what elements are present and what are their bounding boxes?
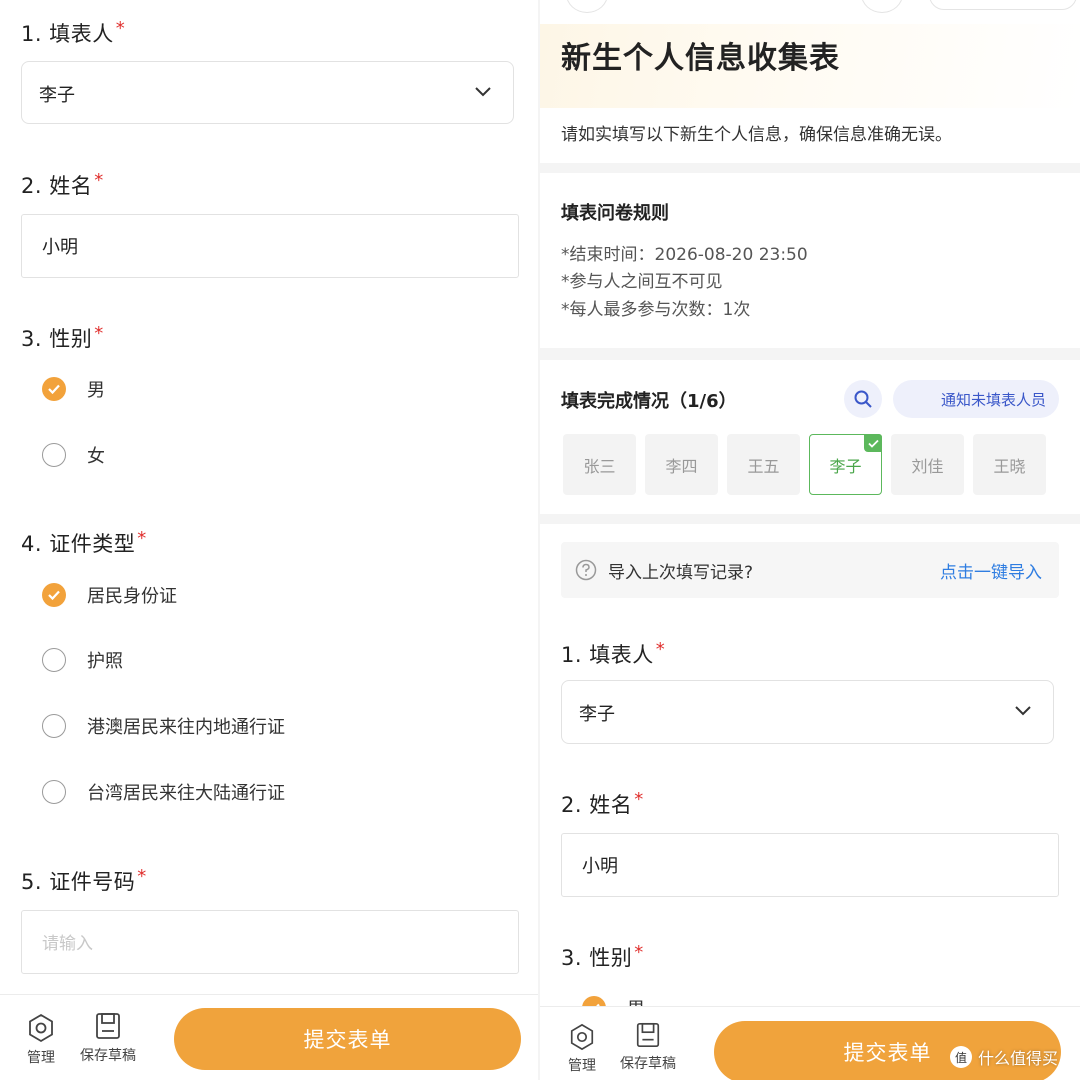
rules-heading: 填表问卷规则: [561, 203, 669, 224]
question-4-label: 4. 证件类型 *: [21, 528, 147, 556]
save-disk-icon: [636, 1022, 660, 1048]
id-type-option-hk-macau[interactable]: 港澳居民来往内地通行证: [42, 711, 285, 741]
question-3-label: 3. 性别 *: [561, 942, 644, 970]
check-icon: [864, 434, 882, 452]
name-input[interactable]: 小明: [21, 214, 519, 278]
gender-option-female[interactable]: 女: [42, 440, 105, 470]
bottom-action-bar: 管理 保存草稿 提交表单: [0, 994, 538, 1080]
filler-select[interactable]: 李子: [21, 61, 514, 124]
help-circle-icon: [575, 559, 597, 581]
person-chip-completed[interactable]: 李子: [809, 434, 882, 495]
question-1-label: 1. 填表人 *: [561, 639, 666, 667]
name-input-value: 小明: [582, 856, 618, 877]
manage-button[interactable]: 管理: [568, 1023, 596, 1075]
rules-visibility: *参与人之间互不可见: [561, 272, 723, 292]
radio-unchecked-icon: [42, 648, 66, 672]
section-divider: [540, 163, 1080, 173]
name-input-value: 小明: [42, 237, 78, 258]
chevron-down-icon: [475, 87, 491, 97]
chevron-down-icon: [1015, 706, 1031, 716]
question-2-label: 2. 姓名 *: [561, 789, 644, 817]
option-label: 港澳居民来往内地通行证: [87, 717, 285, 738]
import-question: 导入上次填写记录?: [608, 563, 754, 583]
question-2-label: 2. 姓名 *: [21, 170, 104, 198]
option-label: 护照: [87, 651, 123, 672]
filler-select-value: 李子: [39, 85, 75, 106]
import-record-bar: 导入上次填写记录? 点击一键导入: [561, 542, 1059, 598]
save-draft-label: 保存草稿: [80, 1048, 136, 1064]
completion-heading: 填表完成情况（1/6）: [561, 391, 737, 412]
right-screenshot: 新生个人信息收集表 请如实填写以下新生个人信息，确保信息准确无误。 填表问卷规则…: [540, 0, 1080, 1080]
id-number-placeholder: 请输入: [42, 934, 93, 954]
save-draft-button[interactable]: 保存草稿: [80, 1011, 136, 1065]
form-description: 请如实填写以下新生个人信息，确保信息准确无误。: [561, 125, 952, 145]
watermark-text: 什么值得买: [978, 1049, 1059, 1068]
one-click-import-link[interactable]: 点击一键导入: [940, 558, 1042, 583]
nav-capsule[interactable]: [929, 0, 1077, 10]
nav-back-button[interactable]: [566, 0, 608, 13]
radio-checked-icon: [42, 583, 66, 607]
gender-option-male[interactable]: 男: [42, 374, 105, 404]
site-watermark: 值 什么值得买: [950, 1045, 1058, 1069]
person-chip-label: 李子: [829, 456, 862, 476]
section-divider: [540, 348, 1080, 360]
watermark-logo-icon: 值: [950, 1046, 972, 1068]
option-label: 台湾居民来往大陆通行证: [87, 783, 285, 804]
option-label: 女: [87, 446, 105, 467]
id-type-option-taiwan[interactable]: 台湾居民来往大陆通行证: [42, 777, 285, 807]
rules-end-time: *结束时间：2026-08-20 23:50: [561, 245, 808, 265]
person-chip[interactable]: 张三: [563, 434, 636, 495]
save-draft-label: 保存草稿: [620, 1056, 676, 1072]
left-screenshot: 1. 填表人 * 李子 2. 姓名 * 小明 3. 性别 * 男 女 4. 证件类型 *…: [0, 0, 538, 1080]
id-type-option-passport[interactable]: 护照: [42, 645, 123, 675]
question-3-label: 3. 性别 *: [21, 323, 104, 351]
filler-select[interactable]: 李子: [561, 680, 1054, 744]
radio-checked-icon: [42, 377, 66, 401]
save-disk-icon: [96, 1013, 120, 1039]
notify-unfilled-button[interactable]: 通知未填表人员: [893, 380, 1059, 418]
page-title: 新生个人信息收集表: [561, 41, 840, 76]
submit-form-button[interactable]: 提交表单: [174, 1008, 521, 1070]
option-label: 男: [87, 380, 105, 401]
radio-unchecked-icon: [42, 714, 66, 738]
person-chip[interactable]: 刘佳: [891, 434, 964, 495]
person-chip[interactable]: 李四: [645, 434, 718, 495]
rules-max-times: *每人最多参与次数：1次: [561, 300, 751, 320]
search-button[interactable]: [844, 380, 882, 418]
save-draft-button[interactable]: 保存草稿: [620, 1021, 676, 1073]
filler-select-value: 李子: [579, 704, 615, 725]
radio-unchecked-icon: [42, 780, 66, 804]
name-input[interactable]: 小明: [561, 833, 1059, 897]
id-type-option-resident-id[interactable]: 居民身份证: [42, 580, 177, 610]
option-label: 居民身份证: [87, 586, 177, 607]
radio-unchecked-icon: [42, 443, 66, 467]
section-divider: [540, 514, 1080, 524]
hexagon-settings-icon: [29, 1013, 53, 1043]
manage-label: 管理: [568, 1058, 596, 1074]
manage-label: 管理: [27, 1050, 55, 1066]
id-number-input[interactable]: 请输入: [21, 910, 519, 974]
nav-more-button[interactable]: [861, 0, 903, 13]
question-1-label: 1. 填表人 *: [21, 18, 126, 46]
manage-button[interactable]: 管理: [26, 1013, 56, 1067]
search-icon: [854, 390, 872, 408]
question-5-label: 5. 证件号码 *: [21, 866, 147, 894]
hexagon-settings-icon: [570, 1023, 594, 1051]
person-chip[interactable]: 王五: [727, 434, 800, 495]
person-chip[interactable]: 王晓: [973, 434, 1046, 495]
